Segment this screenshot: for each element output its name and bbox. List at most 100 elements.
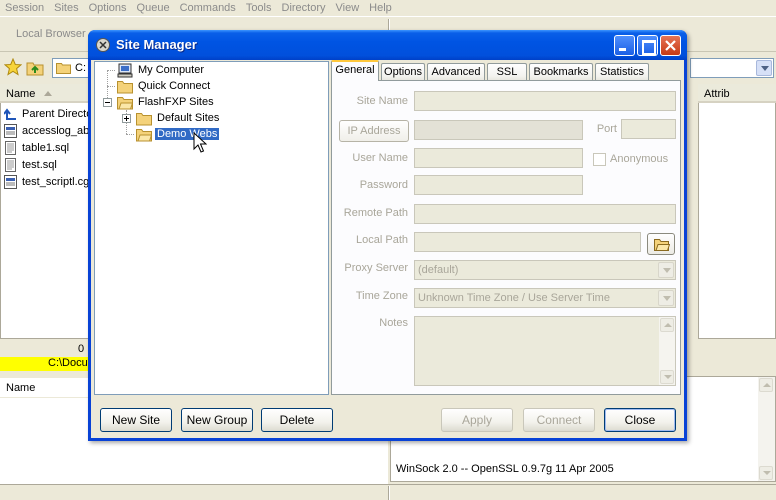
- local-path-status-text: C:\Docu: [48, 357, 88, 369]
- file-name: accesslog_ab: [22, 125, 90, 137]
- file-row-table1-sql[interactable]: table1.sql: [4, 140, 94, 156]
- time-zone-label: Time Zone: [355, 290, 408, 302]
- delete-button[interactable]: Delete: [261, 408, 333, 432]
- tab-ssl[interactable]: SSL: [487, 63, 527, 81]
- port-label: Port: [596, 123, 617, 135]
- file-row-parent-directory[interactable]: Parent Directory: [4, 106, 94, 122]
- tab-advanced[interactable]: Advanced: [427, 63, 485, 81]
- chevron-down-icon[interactable]: [658, 262, 674, 278]
- password-input[interactable]: [414, 175, 583, 195]
- notes-textarea[interactable]: [414, 316, 676, 386]
- site-tree: My Computer Quick Connect FlashFXP Sites…: [94, 61, 329, 395]
- remote-file-list: [698, 84, 776, 339]
- scroll-down-icon[interactable]: [660, 370, 674, 384]
- folder-icon: [117, 81, 133, 94]
- menu-commands[interactable]: Commands: [175, 0, 241, 15]
- status-bar-divider: [388, 486, 390, 500]
- menu-directory[interactable]: Directory: [277, 0, 331, 15]
- sort-ascending-icon: [44, 91, 52, 96]
- tree-label: Default Sites: [157, 112, 220, 124]
- chevron-down-icon[interactable]: [658, 290, 674, 306]
- local-browser-label[interactable]: Local Browser: [16, 28, 86, 40]
- menu-view[interactable]: View: [331, 0, 365, 15]
- user-name-label: User Name: [352, 152, 408, 164]
- site-manager-dialog: Site Manager My Computer Quick Connect F…: [88, 30, 687, 441]
- status-bar: [0, 484, 776, 500]
- tree-expand-toggle[interactable]: [122, 114, 131, 123]
- log-scrollbar[interactable]: [758, 377, 775, 481]
- menu-queue[interactable]: Queue: [132, 0, 175, 15]
- up-folder-icon[interactable]: [26, 58, 44, 76]
- password-label: Password: [359, 179, 408, 191]
- site-manager-icon: [96, 38, 110, 52]
- close-button[interactable]: Close: [604, 408, 676, 432]
- menu-bar: Session Sites Options Queue Commands Tools Dir…: [0, 0, 776, 16]
- ip-address-button[interactable]: IP Address: [339, 120, 409, 142]
- close-icon: [665, 40, 676, 51]
- port-input[interactable]: [621, 119, 676, 139]
- settings-tabs: General Options Advanced SSL Bookmarks S…: [331, 60, 681, 82]
- notes-label: Notes: [379, 317, 408, 329]
- dialog-client: My Computer Quick Connect FlashFXP Sites…: [91, 60, 684, 438]
- site-name-label: Site Name: [356, 95, 408, 107]
- folder-icon: [56, 63, 71, 74]
- file-name: test.sql: [22, 159, 57, 171]
- time-zone-select[interactable]: Unknown Time Zone / Use Server Time: [414, 288, 676, 308]
- browse-local-path-button[interactable]: [647, 233, 675, 255]
- file-name: table1.sql: [22, 142, 70, 154]
- user-name-input[interactable]: [414, 148, 583, 168]
- minimize-button[interactable]: [614, 35, 635, 56]
- file-row-test-sql[interactable]: test.sql: [4, 157, 94, 173]
- general-tab-panel: Site Name IP Address Port User Name Anon…: [331, 80, 681, 395]
- anonymous-checkbox[interactable]: [593, 153, 606, 166]
- menu-options[interactable]: Options: [84, 0, 132, 15]
- mouse-pointer-icon: [193, 132, 207, 153]
- menu-session[interactable]: Session: [0, 0, 49, 15]
- time-zone-value: Unknown Time Zone / Use Server Time: [418, 292, 610, 304]
- tab-bookmarks[interactable]: Bookmarks: [529, 63, 593, 81]
- name-column-header[interactable]: Name: [6, 88, 35, 100]
- tree-label: FlashFXP Sites: [138, 96, 214, 108]
- proxy-server-value: (default): [418, 264, 459, 276]
- menu-tools[interactable]: Tools: [241, 0, 277, 15]
- maximize-button[interactable]: [637, 35, 658, 56]
- file-row-accesslog[interactable]: accesslog_ab: [4, 123, 94, 139]
- chevron-down-icon[interactable]: [756, 60, 772, 76]
- queue-name-column-header[interactable]: Name: [6, 382, 35, 394]
- text-file-icon: [5, 141, 16, 155]
- scroll-down-icon[interactable]: [759, 466, 773, 480]
- script-file-icon: [4, 124, 17, 138]
- notes-scrollbar[interactable]: [659, 317, 675, 385]
- menu-help[interactable]: Help: [364, 0, 397, 15]
- star-icon[interactable]: [4, 58, 22, 76]
- script-file-icon: [4, 175, 17, 189]
- new-site-button[interactable]: New Site: [100, 408, 172, 432]
- tab-statistics[interactable]: Statistics: [595, 63, 649, 81]
- local-path-input[interactable]: [414, 232, 641, 252]
- new-group-button[interactable]: New Group: [181, 408, 253, 432]
- tree-collapse-toggle[interactable]: [103, 98, 112, 107]
- tab-options[interactable]: Options: [381, 63, 425, 81]
- tab-general[interactable]: General: [331, 60, 379, 81]
- scroll-up-icon[interactable]: [660, 318, 674, 332]
- menu-sites[interactable]: Sites: [49, 0, 83, 15]
- site-name-input[interactable]: [414, 91, 676, 111]
- tree-connector: [126, 134, 134, 135]
- scroll-up-icon[interactable]: [759, 378, 773, 392]
- text-file-icon: [5, 158, 16, 172]
- remote-path-input[interactable]: [414, 204, 676, 224]
- local-item-count: 0: [78, 343, 85, 355]
- open-folder-icon: [654, 239, 670, 251]
- anonymous-label: Anonymous: [610, 153, 669, 165]
- close-window-button[interactable]: [660, 35, 681, 56]
- file-row-test-script[interactable]: test_scriptl.cgi: [4, 174, 94, 190]
- log-line: WinSock 2.0 -- OpenSSL 0.9.7g 11 Apr 200…: [396, 463, 614, 475]
- proxy-server-label: Proxy Server: [344, 262, 408, 274]
- remote-path-combo[interactable]: [690, 58, 774, 78]
- dialog-titlebar[interactable]: Site Manager: [88, 30, 687, 60]
- proxy-server-select[interactable]: (default): [414, 260, 676, 280]
- attrib-column-header[interactable]: Attrib: [704, 88, 730, 100]
- connect-button[interactable]: Connect: [523, 408, 595, 432]
- open-folder-icon: [136, 129, 152, 142]
- apply-button[interactable]: Apply: [441, 408, 513, 432]
